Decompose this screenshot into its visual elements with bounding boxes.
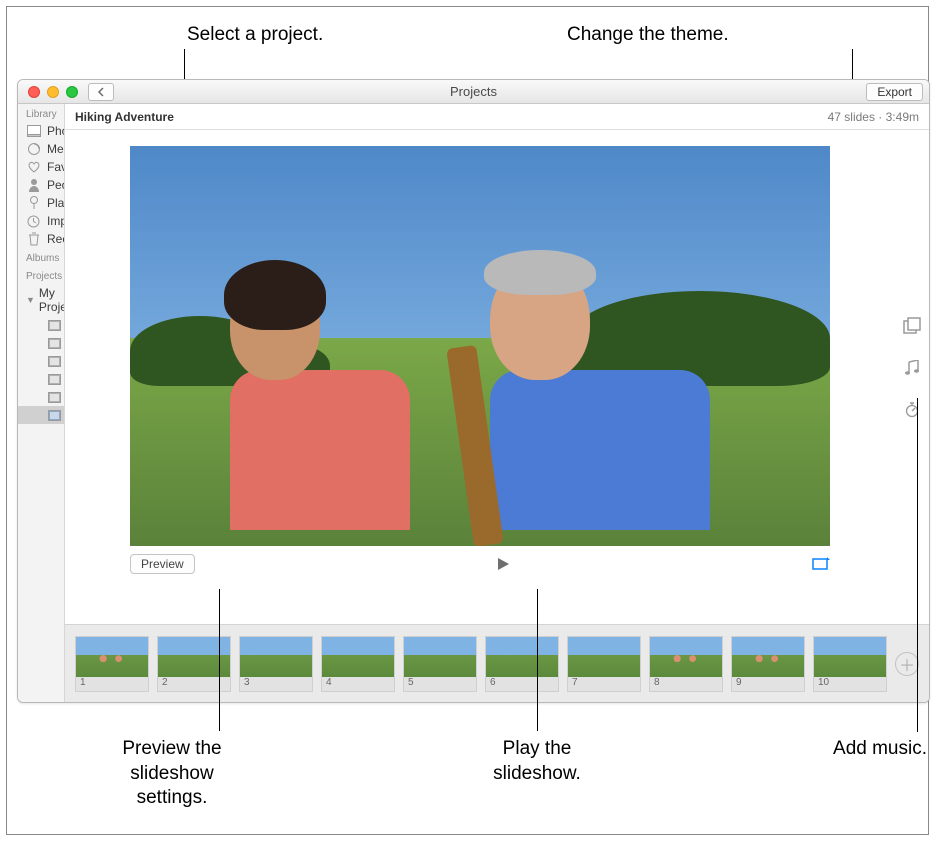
thumbnail[interactable]: 6 [485, 636, 559, 692]
thumbnail[interactable]: 3 [239, 636, 313, 692]
window-title: Projects [18, 84, 929, 99]
thumbnail-number: 4 [322, 677, 394, 691]
book-project-icon [48, 392, 61, 403]
thumbnail[interactable]: 7 [567, 636, 641, 692]
sidebar-label: Recently Deleted [47, 232, 64, 246]
add-slide-button[interactable]: ＋ [895, 652, 919, 676]
sidebar-label: Favourites [47, 160, 64, 174]
thumbnail[interactable]: 5 [403, 636, 477, 692]
sidebar-header-albums: Albums [18, 248, 64, 266]
sidebar-label: Imports [47, 214, 64, 228]
thumbnail-number: 9 [732, 677, 804, 691]
sidebar-header-projects: Projects [18, 266, 64, 284]
sidebar-project-item[interactable]: Happy Birthday… [18, 334, 64, 352]
tool-column [895, 130, 929, 624]
sidebar-header-library: Library [18, 104, 64, 122]
export-label: Export [877, 85, 912, 99]
disclosure-triangle-icon[interactable]: ▼ [26, 295, 35, 305]
thumbnail-number: 1 [76, 677, 148, 691]
callout-select-project: Select a project. [187, 23, 323, 48]
thumbnail-number: 5 [404, 677, 476, 691]
project-stats: 47 slides · 3:49m [828, 110, 919, 124]
callout-change-theme: Change the theme. [567, 23, 729, 48]
heart-icon [26, 161, 41, 174]
thumbnail-number: 6 [486, 677, 558, 691]
sidebar-project-item[interactable]: On top of the W… [18, 370, 64, 388]
app-window: Projects Export Library Photos Memories … [17, 79, 930, 703]
thumbnail[interactable]: 4 [321, 636, 395, 692]
sidebar-item-people[interactable]: People [18, 176, 64, 194]
music-button[interactable] [902, 358, 922, 378]
project-title[interactable]: Hiking Adventure [75, 110, 174, 124]
sidebar-item-memories[interactable]: Memories [18, 140, 64, 158]
sidebar-label: Memories [47, 142, 64, 156]
minimize-window-button[interactable] [47, 86, 59, 98]
book-project-icon [48, 338, 61, 349]
sidebar-label: People [47, 178, 64, 192]
book-project-icon [48, 374, 61, 385]
preview-area: Preview [65, 130, 929, 624]
sidebar-project-item-selected[interactable]: Hiking Adventure [18, 406, 64, 424]
sidebar-item-places[interactable]: Places [18, 194, 64, 212]
control-row: Preview [130, 550, 830, 578]
sidebar-label: My Projects [39, 286, 65, 314]
sidebar-item-photos[interactable]: Photos [18, 122, 64, 140]
pin-icon [26, 197, 41, 210]
sidebar-project-item[interactable]: The Pup [18, 352, 64, 370]
sidebar-project-item[interactable]: Alaska Book Proj… [18, 316, 64, 334]
thumbnail[interactable]: 1 [75, 636, 149, 692]
sidebar-project-item[interactable]: Chinese New Year [18, 388, 64, 406]
book-project-icon [48, 356, 61, 367]
play-button[interactable] [495, 556, 511, 572]
thumbnail[interactable]: 10 [813, 636, 887, 692]
callout-play-slideshow: Play the slideshow. [447, 737, 627, 786]
thumbnail[interactable]: 9 [731, 636, 805, 692]
person-icon [26, 179, 41, 192]
titlebar: Projects Export [18, 80, 929, 104]
thumbnail-number: 10 [814, 677, 886, 691]
slide-preview-image[interactable] [130, 146, 830, 546]
preview-button-label: Preview [141, 557, 184, 571]
photos-icon [26, 125, 41, 138]
thumbnail-number: 3 [240, 677, 312, 691]
back-button[interactable] [88, 83, 114, 101]
thumbnail[interactable]: 8 [649, 636, 723, 692]
sidebar-item-recently-deleted[interactable]: Recently Deleted [18, 230, 64, 248]
preview-column: Preview [65, 130, 895, 624]
sidebar: Library Photos Memories Favourites Peopl… [18, 104, 65, 702]
document-frame: Select a project. Change the theme. Proj… [6, 6, 929, 835]
close-window-button[interactable] [28, 86, 40, 98]
callout-add-music: Add music. [797, 737, 927, 762]
preview-button[interactable]: Preview [130, 554, 195, 574]
project-header: Hiking Adventure 47 slides · 3:49m [65, 104, 929, 130]
theme-button[interactable] [902, 316, 922, 336]
callout-preview-settings: Preview the slideshow settings. [77, 737, 267, 811]
thumbnail-number: 7 [568, 677, 640, 691]
sidebar-item-favourites[interactable]: Favourites [18, 158, 64, 176]
sidebar-label: Photos [47, 124, 64, 138]
clock-icon [26, 215, 41, 228]
traffic-lights [28, 86, 78, 98]
loop-button[interactable] [812, 555, 830, 573]
thumbnail-strip[interactable]: 1 2 3 4 5 6 7 8 9 10 ＋ [65, 624, 929, 702]
duration-button[interactable] [902, 400, 922, 420]
sidebar-label: Places [47, 196, 64, 210]
window-body: Library Photos Memories Favourites Peopl… [18, 104, 929, 702]
book-project-icon [48, 320, 61, 331]
memories-icon [26, 143, 41, 156]
export-button[interactable]: Export [866, 83, 923, 101]
trash-icon [26, 233, 41, 246]
zoom-window-button[interactable] [66, 86, 78, 98]
slideshow-project-icon [48, 410, 61, 421]
thumbnail-number: 8 [650, 677, 722, 691]
main-content: Hiking Adventure 47 slides · 3:49m [65, 104, 929, 702]
sidebar-folder-my-projects[interactable]: ▼ My Projects [18, 284, 64, 316]
callout-line [219, 589, 220, 731]
sidebar-item-imports[interactable]: Imports [18, 212, 64, 230]
callout-line [917, 398, 918, 732]
callout-line [537, 589, 538, 731]
